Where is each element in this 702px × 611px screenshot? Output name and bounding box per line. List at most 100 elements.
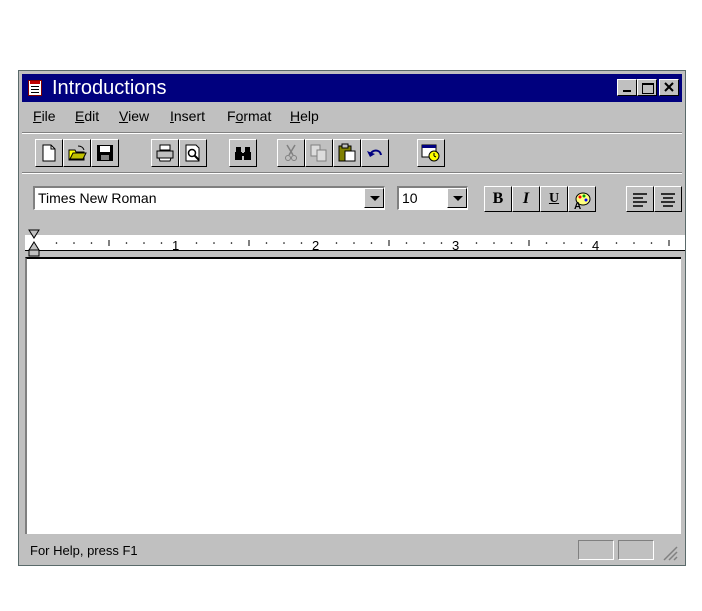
find-binoculars-icon [235, 147, 251, 160]
ruler-number: 3 [452, 238, 460, 253]
italic-button[interactable]: I [512, 186, 540, 212]
minimize-button[interactable] [617, 79, 637, 96]
paste-button[interactable] [333, 139, 361, 167]
ruler-tick [265, 242, 268, 244]
undo-icon [367, 149, 382, 157]
ruler-tick [440, 242, 443, 244]
find-button[interactable] [229, 139, 257, 167]
ruler-tick [55, 242, 58, 244]
menu-bar: File Edit View Insert Format Help [22, 104, 682, 128]
ruler[interactable]: 1 2 3 4 [25, 229, 685, 259]
save-disk-icon [97, 145, 113, 161]
toolbar-separator [22, 172, 682, 174]
ruler-tick [73, 242, 75, 244]
ruler-tick [300, 242, 303, 244]
ruler-tick [545, 242, 548, 244]
standard-toolbar [22, 135, 682, 171]
open-folder-icon [68, 145, 87, 161]
ruler-tick [650, 242, 653, 244]
ruler-tick [335, 242, 338, 244]
ruler-tick [283, 242, 285, 244]
paste-clipboard-icon [338, 143, 356, 162]
ruler-tick [213, 242, 215, 244]
open-button[interactable] [63, 139, 91, 167]
status-pane [578, 540, 614, 560]
ruler-tick [125, 242, 128, 244]
underline-button[interactable]: U [540, 186, 568, 212]
indent-marker-icon[interactable] [28, 229, 42, 259]
print-button[interactable] [151, 139, 179, 167]
close-button[interactable] [659, 79, 679, 96]
svg-text:A: A [574, 201, 581, 210]
ruler-number: 4 [592, 238, 600, 253]
ruler-tick [423, 242, 425, 244]
menu-format[interactable]: Format [227, 108, 271, 124]
insert-datetime-icon [421, 144, 440, 162]
ruler-tick [580, 242, 583, 244]
ruler-tick [353, 242, 355, 244]
color-palette-icon: A [574, 192, 591, 210]
maximize-icon [642, 83, 654, 94]
align-left-icon [633, 193, 647, 207]
font-name-value: Times New Roman [38, 190, 157, 206]
ruler-tick [615, 242, 618, 244]
print-icon [156, 144, 174, 162]
font-size-dropdown[interactable]: 10 [397, 186, 468, 210]
copy-icon [310, 144, 327, 162]
ruler-tick [405, 242, 408, 244]
wordpad-window: Introductions File Edit View Insert Form… [18, 70, 686, 566]
resize-grip-icon[interactable] [662, 545, 678, 561]
status-text: For Help, press F1 [30, 543, 138, 558]
copy-button[interactable] [305, 139, 333, 167]
ruler-tick [563, 242, 565, 244]
color-button[interactable]: A [568, 186, 596, 212]
new-document-icon [42, 144, 56, 162]
ruler-number: 2 [312, 238, 320, 253]
document-icon[interactable] [28, 80, 42, 96]
minimize-icon [623, 90, 631, 92]
menu-insert[interactable]: Insert [170, 108, 205, 124]
ruler-tick [633, 242, 635, 244]
cut-button[interactable] [277, 139, 305, 167]
chevron-down-icon[interactable] [364, 188, 384, 208]
ruler-number: 1 [172, 238, 180, 253]
undo-button[interactable] [361, 139, 389, 167]
font-size-value: 10 [402, 190, 418, 206]
date-time-button[interactable] [417, 139, 445, 167]
document-editor[interactable] [25, 257, 681, 534]
align-center-button[interactable] [654, 186, 682, 212]
ruler-strip: 1 2 3 4 [25, 235, 685, 253]
status-pane [618, 540, 654, 560]
ruler-tick [493, 242, 495, 244]
cut-scissors-icon [285, 144, 297, 161]
save-button[interactable] [91, 139, 119, 167]
format-bar: Times New Roman 10 B I U A [22, 181, 682, 217]
ruler-tick [510, 242, 513, 244]
ruler-tick [143, 242, 145, 244]
menu-separator [22, 132, 682, 134]
print-preview-button[interactable] [179, 139, 207, 167]
ruler-tick [370, 242, 373, 244]
menu-file[interactable]: File [33, 108, 56, 124]
status-bar: For Help, press F1 [22, 537, 682, 563]
ruler-tick [475, 242, 478, 244]
menu-edit[interactable]: Edit [75, 108, 99, 124]
ruler-tick [230, 242, 233, 244]
font-name-dropdown[interactable]: Times New Roman [33, 186, 385, 210]
align-center-icon [661, 193, 675, 207]
menu-view[interactable]: View [119, 108, 149, 124]
bold-button[interactable]: B [484, 186, 512, 212]
ruler-ticks [55, 240, 670, 246]
ruler-tick [195, 242, 198, 244]
align-left-button[interactable] [626, 186, 654, 212]
new-button[interactable] [35, 139, 63, 167]
chevron-down-icon[interactable] [447, 188, 467, 208]
menu-help[interactable]: Help [290, 108, 319, 124]
maximize-button[interactable] [637, 79, 657, 96]
print-preview-icon [185, 144, 200, 162]
title-bar[interactable]: Introductions [22, 74, 682, 102]
window-title: Introductions [52, 77, 167, 99]
ruler-tick [90, 242, 93, 244]
close-icon [664, 82, 674, 92]
ruler-tick [160, 242, 163, 244]
